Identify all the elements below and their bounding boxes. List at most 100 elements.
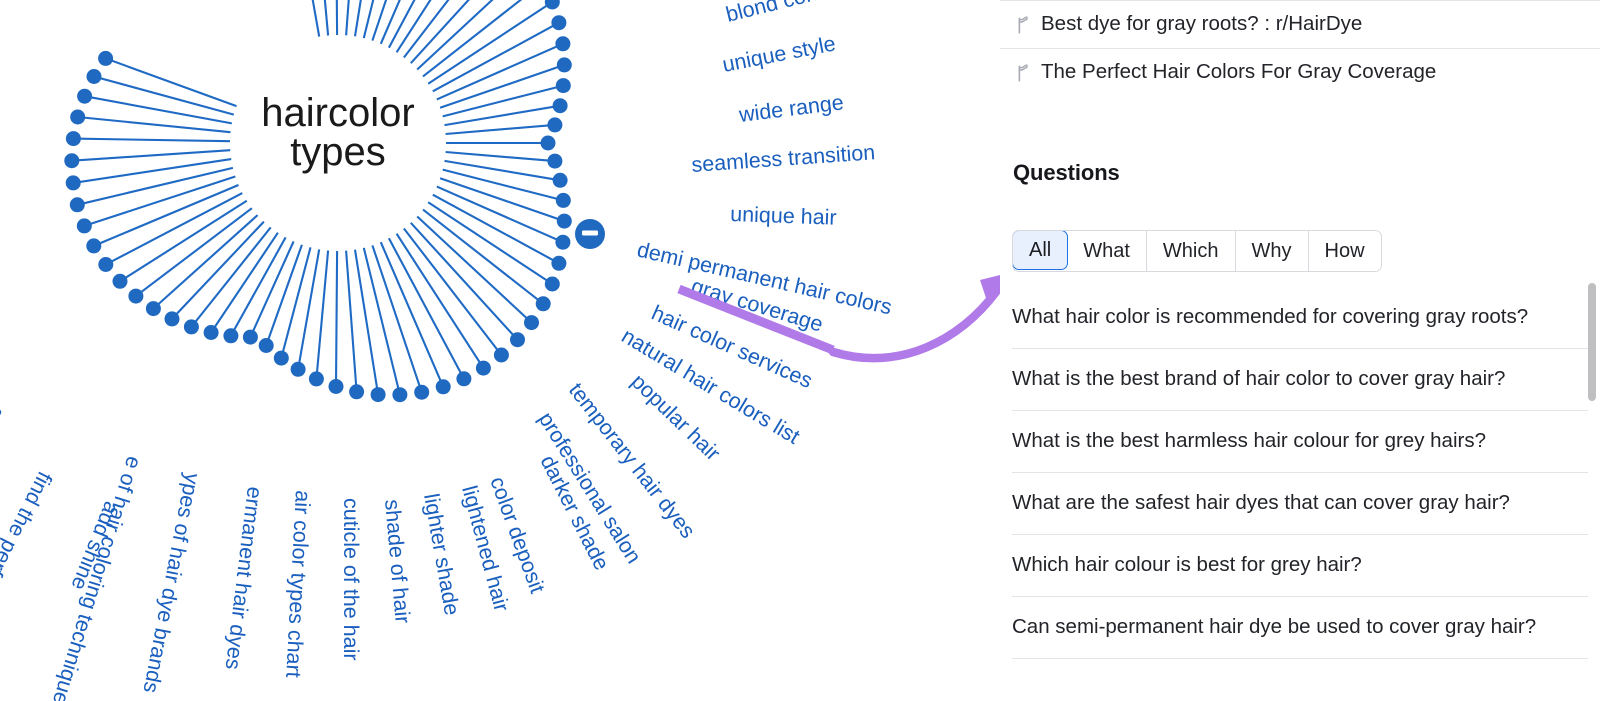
mindmap-node-dot[interactable]	[392, 387, 408, 403]
question-row[interactable]: What are the safest hair dyes that can c…	[1012, 473, 1588, 535]
mindmap-leaf-label[interactable]: wide range	[737, 90, 845, 127]
mindmap-branch	[362, 0, 375, 39]
mindmap-node-dot[interactable]	[273, 350, 289, 366]
question-row[interactable]: What is the best harmless hair colour fo…	[1012, 411, 1588, 473]
mindmap-leaf-label[interactable]: s	[0, 218, 1, 244]
mindmap-node-dot[interactable]	[555, 78, 571, 94]
mindmap-node-dot[interactable]	[98, 257, 114, 272]
mindmap-branch	[432, 21, 560, 93]
mindmap-canvas[interactable]: haircolor types blond color unique style w…	[0, 0, 1000, 701]
tab-how[interactable]: How	[1308, 231, 1381, 271]
mindmap-node-dot[interactable]	[547, 117, 563, 133]
mindmap-leaf-label[interactable]: th	[0, 318, 3, 348]
mindmap-branch	[315, 250, 330, 379]
serp-link-row[interactable]: The Perfect Hair Colors For Gray Coverag…	[1000, 48, 1600, 96]
mindmap-node-dot[interactable]	[164, 311, 180, 327]
mindmap-node-dot[interactable]	[435, 379, 451, 395]
mindmap-node-dot[interactable]	[524, 315, 539, 331]
mindmap-node-dot[interactable]	[77, 88, 93, 104]
mindmap-node-dot[interactable]	[370, 387, 386, 403]
mindmap-node-dot[interactable]	[328, 379, 344, 394]
question-row[interactable]: What hair color is recommended for cover…	[1012, 287, 1588, 349]
mindmap-leaf-label[interactable]: find the perfect	[0, 468, 57, 606]
mindmap-node-dot[interactable]	[65, 131, 81, 147]
tab-why[interactable]: Why	[1235, 231, 1309, 271]
mindmap-node-dot[interactable]	[547, 153, 563, 169]
mindmap-branch	[73, 158, 232, 184]
mindmap-node-dot[interactable]	[290, 361, 306, 377]
collapse-node-button[interactable]	[575, 219, 605, 249]
mindmap-branch	[265, 244, 303, 346]
mindmap-node-dot[interactable]	[510, 332, 525, 348]
mindmap-leaf-label[interactable]: sting results	[0, 401, 9, 507]
mindmap-leaf-label[interactable]: cuticle of the hair	[339, 498, 363, 661]
mindmap-branch	[345, 250, 358, 392]
mindmap-node-dot[interactable]	[551, 15, 567, 31]
mindmap-node-dot[interactable]	[493, 347, 509, 363]
mindmap-node-dot[interactable]	[540, 135, 556, 151]
tab-all[interactable]: All	[1012, 231, 1069, 270]
mindmap-node-dot[interactable]	[551, 255, 567, 271]
mindmap-branch	[432, 193, 560, 265]
mindmap-node-dot[interactable]	[64, 153, 80, 169]
mindmap-node-dot[interactable]	[86, 238, 102, 254]
mindmap-node-dot[interactable]	[308, 371, 324, 387]
mindmap-node-dot[interactable]	[258, 338, 274, 353]
mindmap-node-dot[interactable]	[456, 371, 472, 387]
mindmap-leaf-label[interactable]: lighter shade	[419, 492, 464, 617]
mindmap-node-dot[interactable]	[555, 192, 571, 208]
mindmap-branch	[416, 0, 494, 71]
mindmap-node-dot[interactable]	[555, 234, 571, 250]
mindmap-leaf-label[interactable]: air color types chart	[281, 490, 315, 679]
mindmap-node-dot[interactable]	[544, 0, 560, 10]
mindmap-node-dot[interactable]	[128, 288, 144, 304]
center-topic-line1: haircolor	[261, 91, 414, 135]
mindmap-branch	[335, 0, 339, 36]
serp-link-row[interactable]: Best dye for gray roots? : r/HairDye	[1000, 0, 1600, 48]
mindmap-node-dot[interactable]	[552, 98, 568, 114]
mindmap-node-dot[interactable]	[475, 360, 491, 376]
question-row[interactable]: What is the best brand of hair color to …	[1012, 349, 1588, 411]
scrollbar-thumb[interactable]	[1588, 283, 1596, 401]
mindmap-dots[interactable]	[64, 0, 572, 403]
tab-what[interactable]: What	[1067, 231, 1147, 271]
mindmap-node-dot[interactable]	[414, 384, 430, 400]
mindmap-node-dot[interactable]	[65, 175, 81, 191]
mindmap-node-dot[interactable]	[70, 109, 86, 125]
mindmap-node-dot[interactable]	[86, 69, 102, 84]
mindmap-node-dot[interactable]	[552, 172, 568, 188]
mindmap-node-dot[interactable]	[544, 276, 560, 292]
mindmap-node-dot[interactable]	[203, 325, 219, 340]
mindmap-node-dot[interactable]	[112, 273, 128, 289]
mindmap-node-dot[interactable]	[555, 36, 571, 52]
mindmap-leaf-label[interactable]: shade of hair	[380, 498, 415, 624]
mindmap-node-dot[interactable]	[556, 57, 572, 73]
mindmap-node-dot[interactable]	[556, 213, 572, 229]
questions-scrollbar[interactable]	[1588, 283, 1596, 701]
mindmap-spokes	[71, 0, 565, 395]
mindmap-leaf-label[interactable]: seamless transition	[691, 140, 876, 177]
question-filter-tabs[interactable]: All What Which Why How	[1012, 230, 1382, 272]
mindmap-node-dot[interactable]	[242, 329, 258, 345]
mindmap-leaf-label[interactable]: ermanent hair dyes	[221, 485, 267, 671]
question-row[interactable]: Which hair colour is best for grey hair?	[1012, 535, 1588, 597]
serp-links-list: Best dye for gray roots? : r/HairDye The…	[1000, 0, 1600, 96]
mindmap-node-dot[interactable]	[535, 296, 551, 312]
question-row[interactable]: Can semi-permanent hair dye be used to c…	[1012, 597, 1588, 659]
mindmap-node-dot[interactable]	[349, 384, 365, 400]
mindmap-svg: haircolor types blond color unique style w…	[0, 0, 1000, 701]
questions-heading: Questions	[1013, 160, 1120, 185]
tab-which[interactable]: Which	[1146, 231, 1236, 271]
mindmap-node-dot[interactable]	[69, 197, 85, 213]
mindmap-node-dot[interactable]	[145, 301, 161, 317]
mindmap-node-dot[interactable]	[183, 319, 199, 335]
questions-list: What hair color is recommended for cover…	[1012, 287, 1588, 659]
mindmap-node-dot[interactable]	[98, 50, 114, 66]
mindmap-leaf-label[interactable]: unique hair	[730, 202, 837, 230]
mindmap-leaf-label[interactable]: blond color	[723, 0, 831, 27]
mindmap-leaf-label[interactable]: unique style	[720, 31, 837, 76]
mindmap-node-dot[interactable]	[76, 218, 92, 234]
mindmap-node-dot[interactable]	[223, 328, 239, 344]
flag-icon	[1018, 63, 1028, 82]
mindmap-leaf-label[interactable]: ypes of hair dye brands	[138, 471, 204, 695]
